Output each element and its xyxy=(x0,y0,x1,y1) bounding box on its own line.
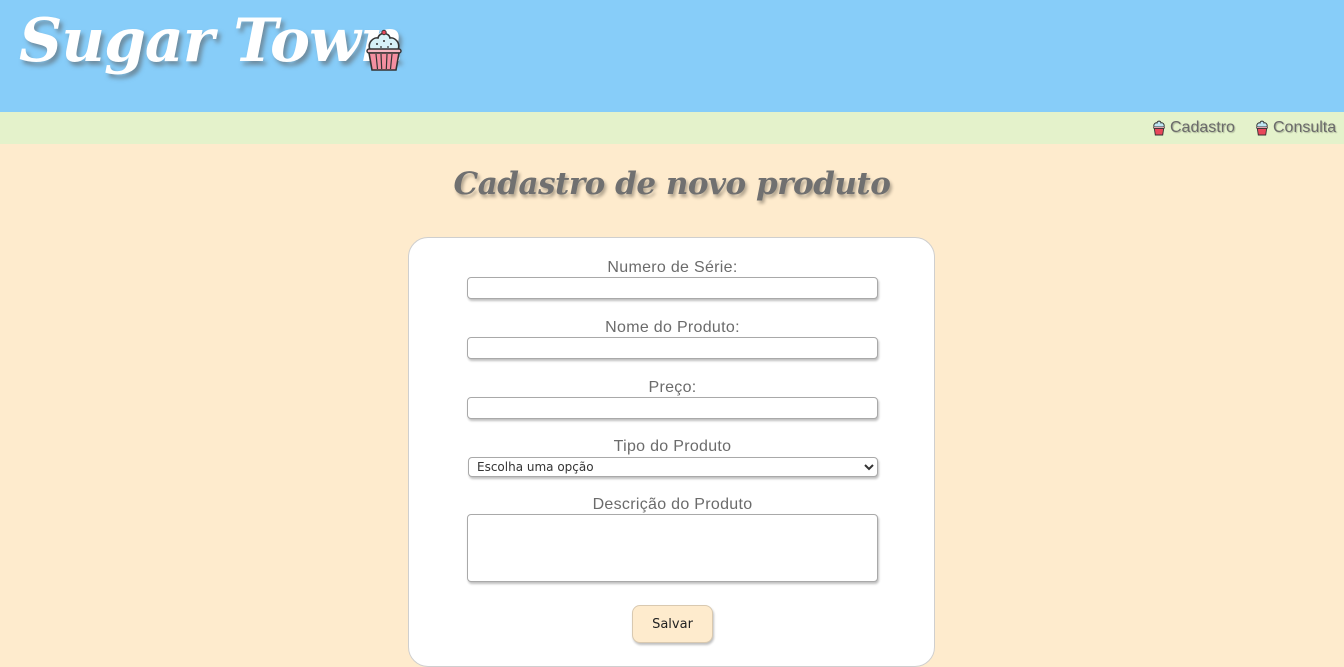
product-name-input[interactable] xyxy=(467,337,878,359)
product-form-card: Numero de Série: Nome do Produto: Preço:… xyxy=(408,237,935,667)
site-header: Sugar Town xyxy=(0,0,1344,112)
nav-link-consulta[interactable]: Consulta xyxy=(1255,118,1336,138)
cupcake-icon xyxy=(1153,120,1165,136)
price-label: Preço: xyxy=(648,379,697,396)
nav-link-label: Consulta xyxy=(1273,119,1337,136)
product-description-textarea[interactable] xyxy=(467,514,878,582)
cupcake-icon xyxy=(1256,120,1268,136)
serial-number-input[interactable] xyxy=(467,277,878,299)
cupcake-icon xyxy=(366,29,402,71)
top-navbar: Cadastro Consulta xyxy=(0,112,1344,144)
product-name-label: Nome do Produto: xyxy=(605,319,740,336)
product-description-label: Descrição do Produto xyxy=(592,496,753,513)
product-type-label: Tipo do Produto xyxy=(613,438,732,455)
product-type-select[interactable]: Escolha uma opção xyxy=(468,457,878,477)
price-input[interactable] xyxy=(467,397,878,419)
nav-link-cadastro[interactable]: Cadastro xyxy=(1152,118,1235,138)
page-title: Cadastro de novo produto xyxy=(453,166,891,202)
brand-logo-text: Sugar Town xyxy=(19,6,403,76)
nav-link-label: Cadastro xyxy=(1170,119,1235,136)
serial-number-label: Numero de Série: xyxy=(607,259,738,276)
save-button[interactable]: Salvar xyxy=(632,605,713,643)
